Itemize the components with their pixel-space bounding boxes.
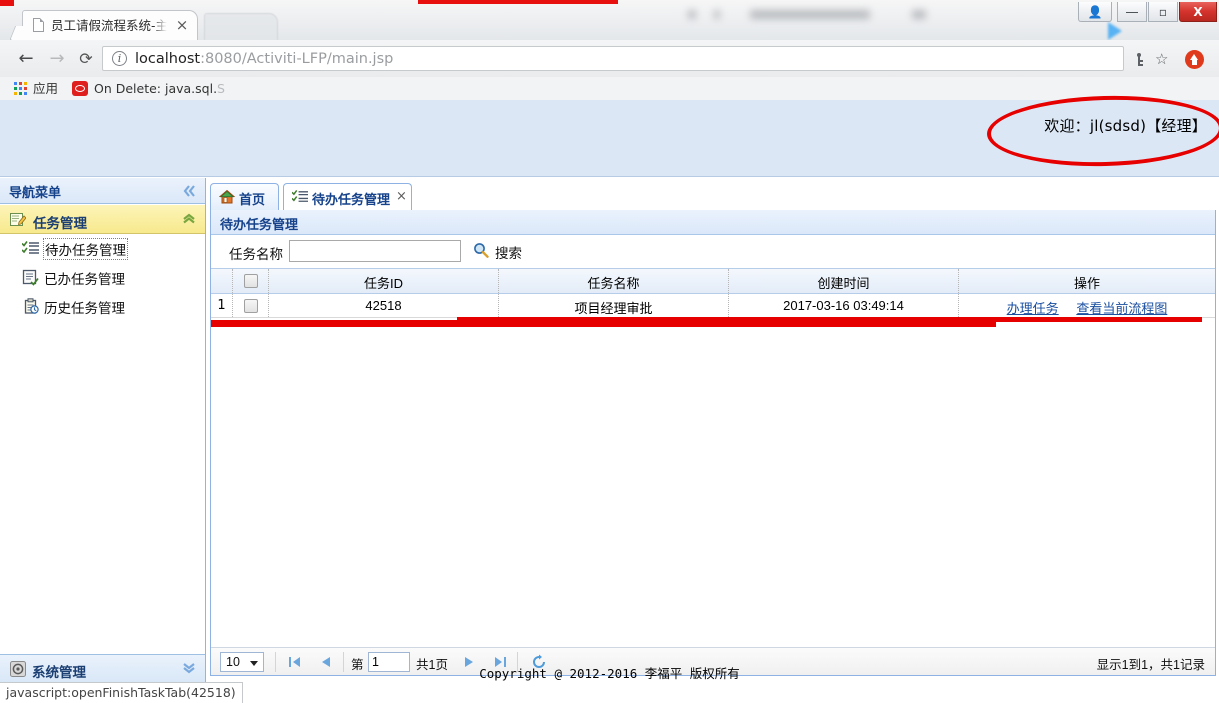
content-tabbar: 首页 待办任务管理 × (210, 183, 1216, 211)
select-all-checkbox[interactable] (243, 274, 258, 288)
create-time-value: 2017-03-16 03:49:14 (783, 298, 904, 313)
browser-tab-inactive[interactable] (204, 13, 278, 40)
save-password-key-icon[interactable] (1134, 53, 1144, 66)
bookmarks-bar: 应用 On Delete: java.sql.S (0, 77, 1219, 101)
oracle-favicon-icon (72, 81, 88, 96)
column-label: 任务名称 (587, 276, 640, 291)
tab-label: 待办任务管理 (312, 192, 391, 207)
panel-title-text: 待办任务管理 (220, 217, 299, 232)
url-host: localhost (135, 51, 201, 67)
clipboard-clock-icon (22, 298, 39, 315)
tab-home[interactable]: 首页 (210, 183, 279, 210)
home-icon (218, 189, 236, 205)
column-label: 创建时间 (817, 276, 870, 291)
search-button-label: 搜索 (495, 246, 522, 261)
grid-header-checkbox-cell (233, 269, 269, 293)
task-id-value: 42518 (365, 298, 402, 313)
tab-close-icon[interactable]: × (396, 189, 407, 204)
pending-tasks-panel: 待办任务管理 任务名称 搜索 任务ID 任务名称 创建时间 操作 1 42518… (210, 210, 1216, 676)
checklist-icon (291, 189, 308, 205)
tab-pending-tasks[interactable]: 待办任务管理 × (283, 183, 412, 211)
row-number-cell: 1 (211, 294, 233, 317)
sidebar-item-label: 历史任务管理 (44, 301, 125, 316)
welcome-text: 欢迎：jl(sdsd)【经理】 (1044, 117, 1207, 135)
search-input[interactable] (289, 240, 461, 262)
search-toolbar: 任务名称 搜索 (211, 235, 1215, 268)
tab-label: 首页 (239, 192, 266, 207)
sidebar-title: 导航菜单 (9, 185, 62, 200)
magnifier-icon (473, 242, 489, 258)
view-process-diagram-link[interactable]: 查看当前流程图 (1076, 301, 1167, 316)
grid-header-rownum (211, 269, 233, 293)
task-name-value: 项目经理审批 (574, 301, 653, 316)
cell-operations: 办理任务 查看当前流程图 (959, 294, 1215, 317)
cell-task-id: 42518 (269, 294, 499, 317)
bookmark-item-text-faded: S (217, 81, 225, 96)
forward-icon[interactable]: → (47, 49, 67, 69)
sidebar-header: 导航菜单 (0, 178, 205, 204)
grid-header-row: 任务ID 任务名称 创建时间 操作 (211, 268, 1215, 294)
grid-empty-body (211, 316, 1215, 648)
sidebar-item-history-tasks[interactable]: 历史任务管理 (0, 292, 205, 321)
grid-header-create-time: 创建时间 (729, 269, 959, 293)
bookmark-item-on-delete[interactable]: On Delete: java.sql.S (94, 80, 225, 97)
browser-tabstrip: 员工请假流程系统-主页面 × (0, 10, 1219, 40)
sidebar-item-label: 待办任务管理 (43, 238, 128, 260)
column-label: 任务ID (363, 276, 403, 291)
grid-header-task-id: 任务ID (269, 269, 499, 293)
checklist-icon (21, 240, 39, 257)
tasks-grid: 任务ID 任务名称 创建时间 操作 1 42518 项目经理审批 2017-03… (211, 268, 1215, 318)
sidebar-item-label: 已办任务管理 (44, 272, 125, 287)
app-header: 欢迎：jl(sdsd)【经理】 (0, 100, 1219, 177)
handle-task-link[interactable]: 办理任务 (1007, 301, 1059, 316)
reload-icon[interactable]: ⟳ (76, 49, 96, 69)
chevron-double-left-icon[interactable] (181, 183, 197, 199)
status-link-target: javascript:openFinishTaskTab(42518) (0, 682, 243, 703)
browser-tab-active[interactable]: 员工请假流程系统-主页面 × (22, 10, 198, 40)
chevron-double-up-icon[interactable] (181, 210, 197, 226)
address-bar-url: localhost:8080/Activiti-LFP/main.jsp (135, 50, 393, 69)
apps-grid-icon[interactable] (14, 82, 27, 95)
back-icon[interactable]: ← (16, 49, 36, 69)
annotation-red-top (418, 0, 618, 4)
sidebar: 导航菜单 任务管理 待办任务管理 已办任务管理 历史任务管理 系统管理 (0, 178, 206, 683)
bookmark-item-text: On Delete: java.sql. (94, 81, 218, 96)
panel-header: 待办任务管理 (211, 210, 1215, 235)
sidebar-item-pending-tasks[interactable]: 待办任务管理 (0, 234, 205, 263)
bookmark-apps-label[interactable]: 应用 (33, 80, 58, 97)
sidebar-group-task-management[interactable]: 任务管理 (0, 204, 205, 234)
address-bar[interactable]: i localhost:8080/Activiti-LFP/main.jsp (102, 46, 1124, 71)
page-info-icon[interactable]: i (112, 51, 127, 66)
content-area: 首页 待办任务管理 × 待办任务管理 任务名称 搜索 任务ID 任务名称 创建时… (207, 178, 1219, 683)
browser-toolbar: ← → ⟳ i localhost:8080/Activiti-LFP/main… (0, 40, 1219, 78)
copyright-text: Copyright @ 2012-2016 李福平 版权所有 (479, 666, 740, 681)
annotation-red-edge (0, 0, 14, 6)
row-number: 1 (217, 298, 226, 313)
grid-header-task-name: 任务名称 (499, 269, 729, 293)
browser-status-bar: javascript:openFinishTaskTab(42518) (0, 682, 1219, 703)
page-footer: Copyright @ 2012-2016 李福平 版权所有 (0, 663, 1219, 683)
search-label: 任务名称 (229, 247, 283, 262)
operations-links: 办理任务 查看当前流程图 (959, 298, 1215, 317)
bookmark-star-icon[interactable]: ☆ (1155, 52, 1168, 67)
cell-task-name: 项目经理审批 (499, 294, 729, 317)
sidebar-item-finished-tasks[interactable]: 已办任务管理 (0, 263, 205, 292)
row-select-checkbox[interactable] (243, 299, 258, 313)
cell-create-time: 2017-03-16 03:49:14 (729, 294, 959, 317)
row-checkbox-cell (233, 294, 269, 317)
url-path: :8080/Activiti-LFP/main.jsp (200, 51, 394, 67)
tab-close-icon[interactable]: × (173, 16, 191, 34)
table-row[interactable]: 1 42518 项目经理审批 2017-03-16 03:49:14 办理任务 … (211, 294, 1215, 318)
sidebar-group-label: 任务管理 (33, 216, 87, 231)
page-favicon-icon (33, 18, 44, 32)
browser-tab-title: 员工请假流程系统-主页面 (51, 17, 167, 35)
grid-header-operations: 操作 (959, 269, 1215, 293)
browser-chrome: 👤 ― ▫ X 员工请假流程系统-主页面 × ← → ⟳ i localhost… (0, 0, 1219, 101)
column-label: 操作 (1073, 276, 1100, 291)
browser-menu-update-icon[interactable] (1185, 50, 1204, 69)
page-viewport: 欢迎：jl(sdsd)【经理】 导航菜单 任务管理 待办任务管理 已办任务管理 … (0, 100, 1219, 683)
edit-note-icon (10, 212, 27, 227)
sidebar-item-list: 待办任务管理 已办任务管理 历史任务管理 (0, 234, 205, 321)
document-check-icon (22, 269, 39, 286)
